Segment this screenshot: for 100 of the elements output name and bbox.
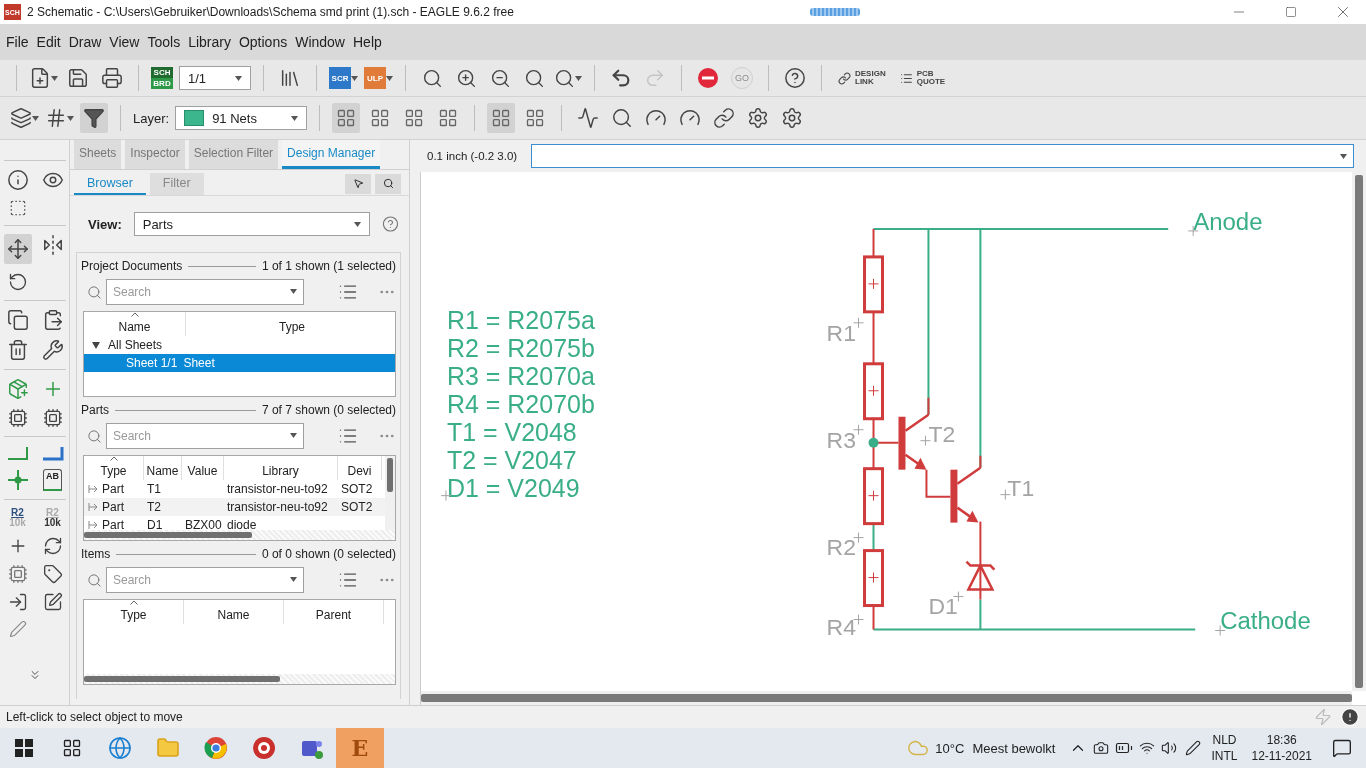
tree-row[interactable]: Sheet 1/1 Sheet bbox=[84, 354, 395, 372]
library-icon[interactable] bbox=[279, 67, 301, 89]
design-link-button[interactable]: DESIGN LINK bbox=[834, 70, 890, 86]
sheet-select[interactable]: 1/1 bbox=[179, 66, 251, 90]
layers-icon[interactable] bbox=[10, 107, 32, 129]
select-icon[interactable] bbox=[8, 199, 27, 217]
help-icon[interactable] bbox=[382, 215, 399, 233]
column-header[interactable]: Value bbox=[182, 456, 224, 480]
search-field[interactable]: Search bbox=[106, 567, 304, 593]
stop-icon[interactable] bbox=[697, 67, 719, 89]
column-header[interactable]: Type bbox=[84, 456, 144, 480]
menu-item[interactable]: Tools bbox=[143, 34, 185, 50]
replace-icon[interactable] bbox=[42, 536, 63, 556]
settings-icon[interactable] bbox=[781, 107, 804, 129]
clock-time[interactable]: 18:36 bbox=[1266, 732, 1297, 748]
magnifier-icon[interactable] bbox=[611, 107, 634, 129]
delete-icon[interactable] bbox=[6, 339, 29, 361]
scrollbar[interactable] bbox=[84, 674, 395, 684]
rotate-icon[interactable] bbox=[7, 272, 28, 292]
filter-icon[interactable] bbox=[83, 107, 105, 129]
wifi-icon[interactable] bbox=[1139, 740, 1156, 756]
column-header[interactable]: Name bbox=[84, 312, 186, 336]
search-icon[interactable] bbox=[87, 572, 102, 588]
command-field[interactable] bbox=[531, 144, 1354, 168]
expand-triangle-icon[interactable] bbox=[92, 341, 100, 349]
windows-icon[interactable] bbox=[15, 739, 33, 757]
script-button[interactable]: SCR bbox=[329, 67, 351, 89]
browser-icon[interactable] bbox=[108, 736, 132, 760]
name-tool[interactable]: R2 10k bbox=[9, 508, 26, 528]
scrollbar[interactable] bbox=[421, 691, 1352, 705]
menu-item[interactable]: Help bbox=[349, 34, 386, 50]
note-icon[interactable] bbox=[42, 592, 63, 612]
scrollbar[interactable] bbox=[84, 530, 395, 540]
layout-grid-icon[interactable] bbox=[336, 108, 357, 128]
zoom-fit-icon[interactable] bbox=[421, 67, 443, 89]
layout-grid-icon[interactable] bbox=[438, 108, 459, 128]
wire-icon[interactable] bbox=[6, 445, 29, 461]
add-part-icon[interactable] bbox=[6, 378, 29, 400]
maximize-icon[interactable] bbox=[1285, 6, 1297, 18]
zoom-redraw-icon[interactable] bbox=[523, 67, 545, 89]
copy-icon[interactable] bbox=[6, 309, 29, 331]
search-field[interactable]: Search bbox=[106, 279, 304, 305]
tag-icon[interactable] bbox=[42, 564, 63, 584]
pcb-quote-button[interactable]: PCB QUOTE bbox=[895, 70, 950, 86]
save-icon[interactable] bbox=[67, 67, 89, 89]
column-header[interactable]: Type bbox=[186, 312, 395, 336]
scrollbar[interactable] bbox=[385, 456, 395, 530]
chip-icon[interactable] bbox=[42, 408, 63, 428]
tree-row[interactable]: All Sheets bbox=[84, 336, 395, 354]
pen-icon[interactable] bbox=[1185, 740, 1202, 756]
column-header[interactable]: Library bbox=[224, 456, 338, 480]
help-icon[interactable] bbox=[784, 67, 806, 89]
expand-icon[interactable] bbox=[28, 668, 42, 682]
column-header[interactable]: Devi bbox=[338, 456, 382, 480]
camera-icon[interactable] bbox=[1093, 740, 1110, 756]
zoom-select-icon[interactable] bbox=[554, 67, 575, 89]
search-icon[interactable] bbox=[87, 428, 102, 444]
menu-item[interactable]: Options bbox=[234, 34, 292, 50]
grid-icon[interactable] bbox=[45, 107, 67, 129]
junction-icon[interactable] bbox=[6, 469, 29, 491]
column-header[interactable]: Type bbox=[84, 600, 184, 624]
select-button[interactable] bbox=[345, 173, 371, 194]
chip-icon[interactable] bbox=[7, 564, 28, 584]
settings-icon[interactable] bbox=[747, 107, 770, 129]
zoom-out-icon[interactable] bbox=[489, 67, 511, 89]
mirror-icon[interactable] bbox=[41, 234, 64, 256]
app-icon[interactable] bbox=[252, 736, 276, 760]
wave-icon[interactable] bbox=[577, 107, 600, 129]
browser-icon[interactable] bbox=[204, 736, 228, 760]
zoom-button[interactable] bbox=[375, 173, 401, 194]
clock-date[interactable]: 12-11-2021 bbox=[1251, 748, 1312, 764]
ribbon-icon[interactable] bbox=[8, 620, 27, 638]
search-icon[interactable] bbox=[87, 284, 102, 300]
bus-icon[interactable] bbox=[41, 445, 64, 461]
move-icon[interactable] bbox=[6, 238, 29, 260]
menu-item[interactable]: Library bbox=[184, 34, 235, 50]
column-header[interactable]: Parent bbox=[284, 600, 384, 624]
column-header[interactable]: Name bbox=[184, 600, 284, 624]
keyboard-layout[interactable]: INTL bbox=[1211, 748, 1238, 764]
undo-icon[interactable] bbox=[610, 67, 632, 89]
label-tool[interactable]: AB bbox=[43, 469, 62, 491]
scrollbar[interactable] bbox=[1352, 172, 1366, 691]
task-view-icon[interactable] bbox=[62, 738, 82, 758]
search-field[interactable]: Search bbox=[106, 423, 304, 449]
link-icon[interactable] bbox=[713, 107, 736, 129]
column-header[interactable]: Name bbox=[144, 456, 182, 480]
value-tool[interactable]: R2 10k bbox=[44, 508, 61, 528]
layout-grid-icon[interactable] bbox=[370, 108, 391, 128]
language-code[interactable]: NLD bbox=[1212, 732, 1237, 748]
volume-icon[interactable] bbox=[1161, 740, 1178, 756]
menu-item[interactable]: Window bbox=[291, 34, 349, 50]
zoom-in-icon[interactable] bbox=[455, 67, 477, 89]
layout-grid-icon[interactable] bbox=[525, 108, 546, 128]
info-icon[interactable] bbox=[6, 169, 29, 191]
view-select[interactable]: Parts bbox=[133, 212, 371, 236]
panel-tab[interactable]: Design Manager bbox=[282, 140, 381, 169]
notifications-icon[interactable] bbox=[1332, 738, 1352, 758]
layout-grid-icon[interactable] bbox=[404, 108, 425, 128]
layout-grid-icon[interactable] bbox=[491, 108, 512, 128]
menu-item[interactable]: Draw bbox=[64, 34, 106, 50]
